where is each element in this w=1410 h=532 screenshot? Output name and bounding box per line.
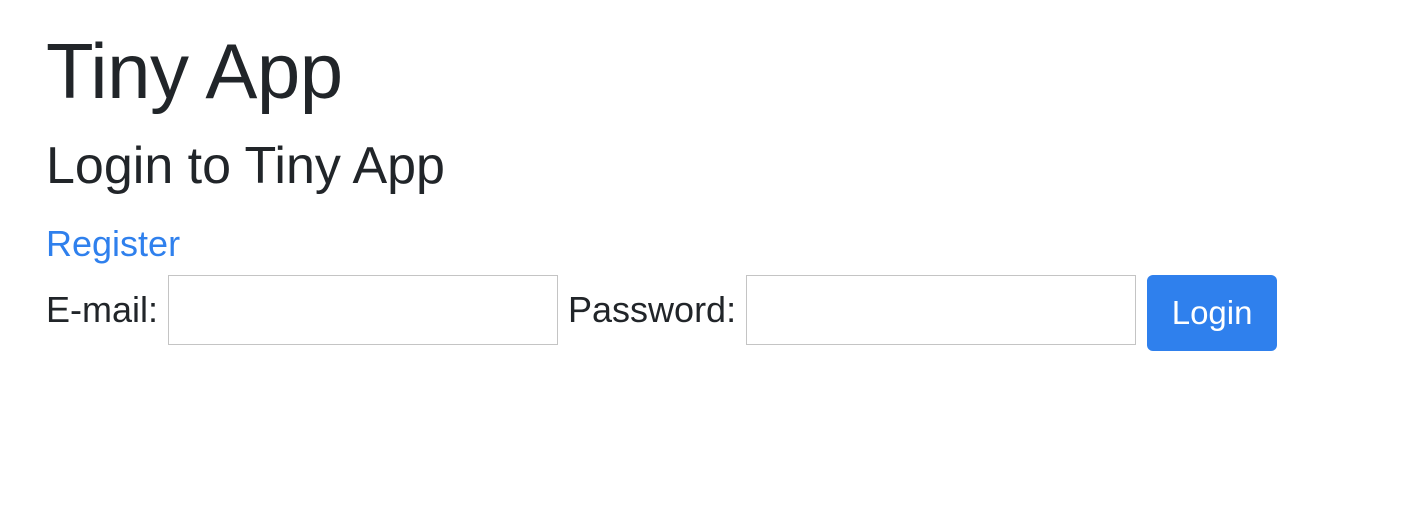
email-label: E-mail: — [46, 289, 159, 330]
app-title: Tiny App — [46, 27, 343, 115]
login-form: E-mail: Password: Login — [46, 274, 1278, 351]
page-heading: Login to Tiny App — [46, 137, 445, 195]
email-input[interactable] — [168, 275, 559, 345]
password-input[interactable] — [746, 275, 1137, 345]
password-label: Password: — [568, 289, 737, 330]
register-link[interactable]: Register — [46, 222, 180, 266]
login-button[interactable]: Login — [1147, 275, 1278, 351]
